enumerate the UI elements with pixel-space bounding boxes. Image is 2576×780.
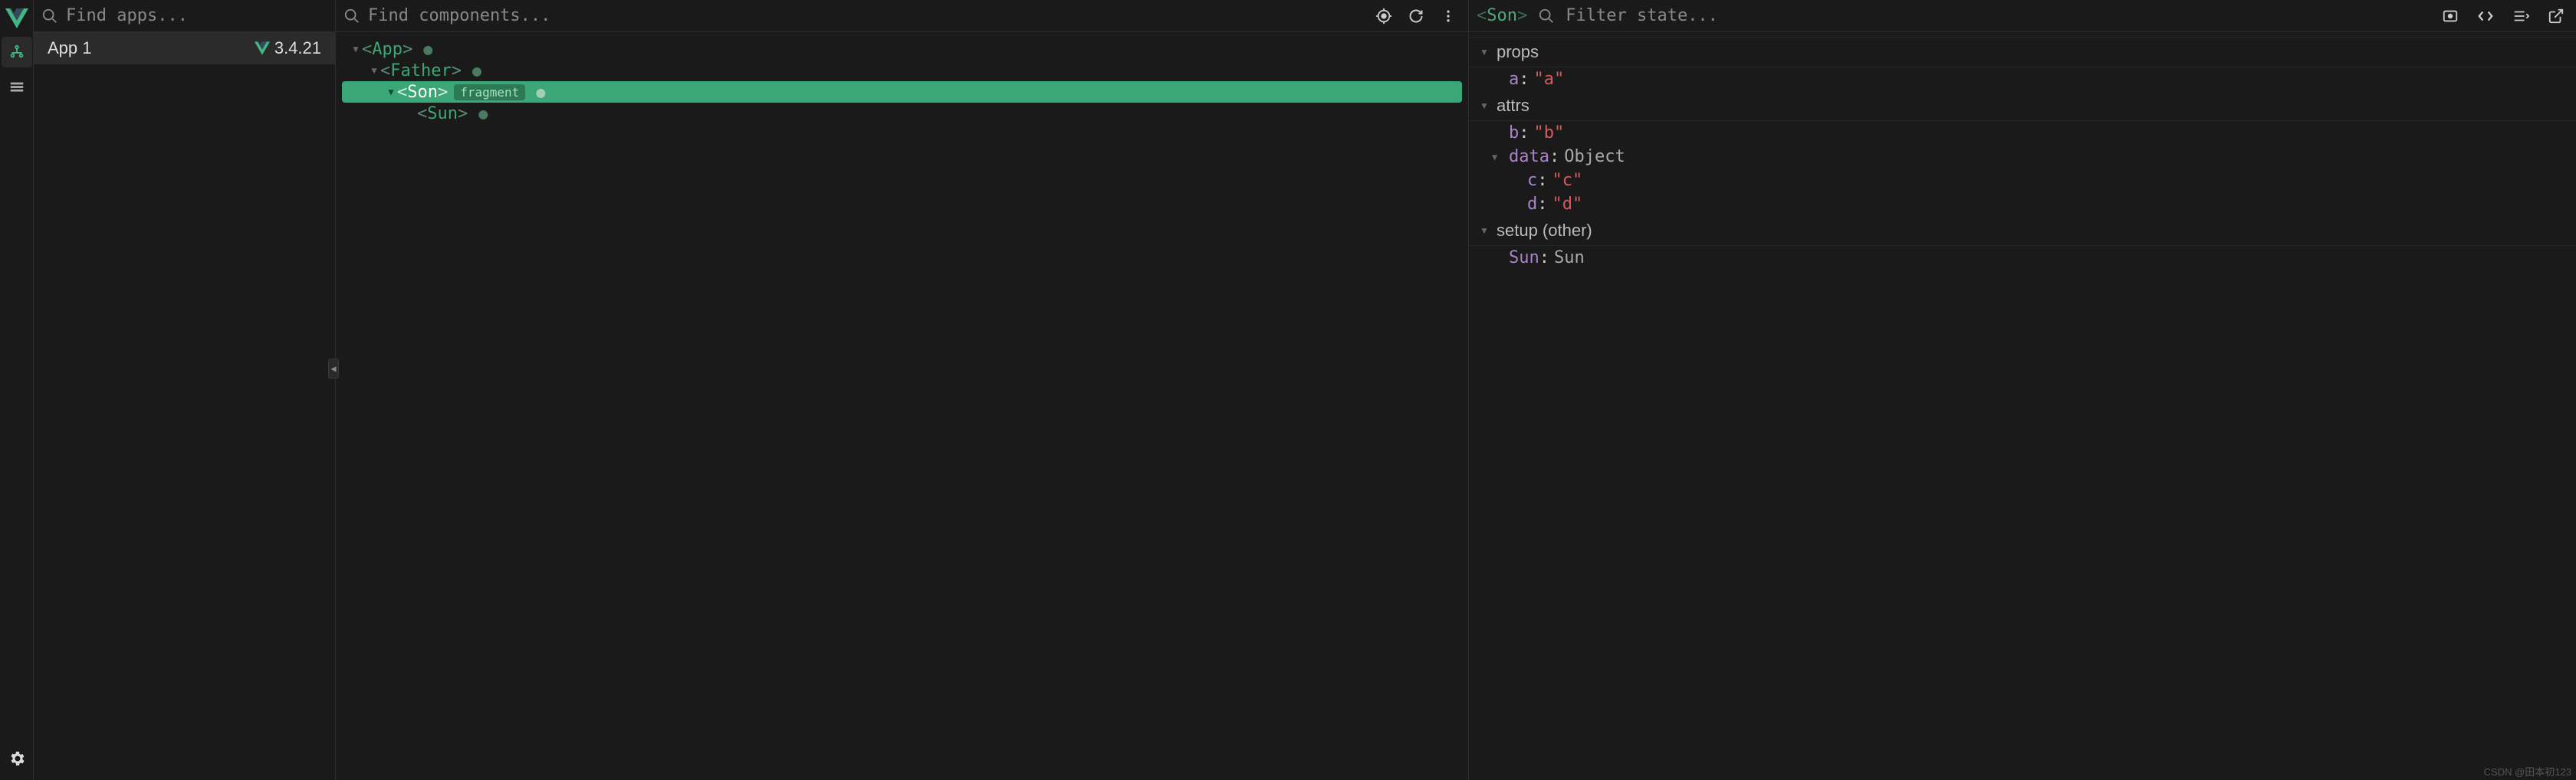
show-render-code-icon[interactable]: [2509, 4, 2533, 28]
search-icon: [343, 8, 360, 25]
apps-search-bar: [34, 0, 335, 32]
more-icon[interactable]: [1436, 4, 1460, 28]
watermark: CSDN @田本初123: [2484, 764, 2571, 778]
render-dot-icon: ●: [478, 104, 488, 123]
vue-logo: [3, 5, 31, 32]
caret-icon[interactable]: ▼: [1492, 152, 1506, 162]
tree-node-sun[interactable]: <Sun> ●: [336, 103, 1468, 124]
state-row[interactable]: c: "c": [1469, 169, 2576, 192]
open-in-editor-icon[interactable]: [2544, 4, 2568, 28]
app-version-label: 3.4.21: [255, 38, 321, 58]
state-filter-input[interactable]: [1566, 6, 2427, 25]
caret-icon[interactable]: ▼: [350, 44, 362, 54]
scroll-to-component-icon[interactable]: [2438, 4, 2463, 28]
tree-node-father[interactable]: ▼ <Father> ●: [336, 60, 1468, 81]
timeline-tab-icon[interactable]: [2, 72, 32, 103]
apps-column: App 1 3.4.21: [34, 0, 336, 780]
caret-icon: ▼: [1478, 100, 1490, 111]
caret-icon[interactable]: ▼: [385, 87, 397, 97]
state-row[interactable]: Sun: Sun: [1469, 246, 2576, 270]
app-name-label: App 1: [48, 38, 92, 58]
render-dot-icon: ●: [536, 83, 545, 101]
settings-icon[interactable]: [2, 743, 32, 774]
components-tab-icon[interactable]: [2, 37, 32, 67]
search-icon: [41, 8, 58, 25]
components-column: ▼ <App> ● ▼ <Father> ● ▼ <Son> fragment …: [336, 0, 1469, 780]
state-row[interactable]: ▼ data: Object: [1469, 145, 2576, 169]
state-row[interactable]: a: "a": [1469, 67, 2576, 91]
state-row[interactable]: d: "d": [1469, 192, 2576, 216]
selected-component-label: <Son>: [1477, 6, 1527, 25]
state-body: ▼ props a: "a" ▼ attrs b: "b" ▼ data: Ob…: [1469, 32, 2576, 780]
state-toolbar: <Son>: [1469, 0, 2576, 32]
search-icon: [1538, 8, 1555, 25]
section-header-attrs[interactable]: ▼ attrs: [1469, 91, 2576, 121]
render-dot-icon: ●: [472, 61, 481, 80]
select-component-icon[interactable]: [1372, 4, 1396, 28]
component-tree: ▼ <App> ● ▼ <Father> ● ▼ <Son> fragment …: [336, 32, 1468, 780]
caret-icon[interactable]: ▼: [368, 65, 380, 76]
section-header-props[interactable]: ▼ props: [1469, 37, 2576, 67]
tree-node-app[interactable]: ▼ <App> ●: [336, 38, 1468, 60]
inspect-dom-icon[interactable]: [2473, 4, 2498, 28]
state-column: <Son> ▼ props a: "a" ▼ attrs b:: [1469, 0, 2576, 780]
app-row[interactable]: App 1 3.4.21: [34, 32, 335, 64]
state-row[interactable]: b: "b": [1469, 121, 2576, 145]
section-header-setup[interactable]: ▼ setup (other): [1469, 216, 2576, 246]
fragment-badge: fragment: [454, 84, 525, 100]
components-toolbar: [336, 0, 1468, 32]
collapse-handle[interactable]: ◀: [328, 359, 339, 379]
caret-icon: ▼: [1478, 47, 1490, 57]
refresh-icon[interactable]: [1404, 4, 1428, 28]
caret-icon: ▼: [1478, 225, 1490, 236]
left-rail: [0, 0, 34, 780]
components-search-input[interactable]: [368, 6, 1364, 25]
tree-node-son[interactable]: ▼ <Son> fragment ●: [342, 81, 1462, 103]
apps-search-input[interactable]: [66, 6, 327, 25]
render-dot-icon: ●: [423, 40, 432, 58]
